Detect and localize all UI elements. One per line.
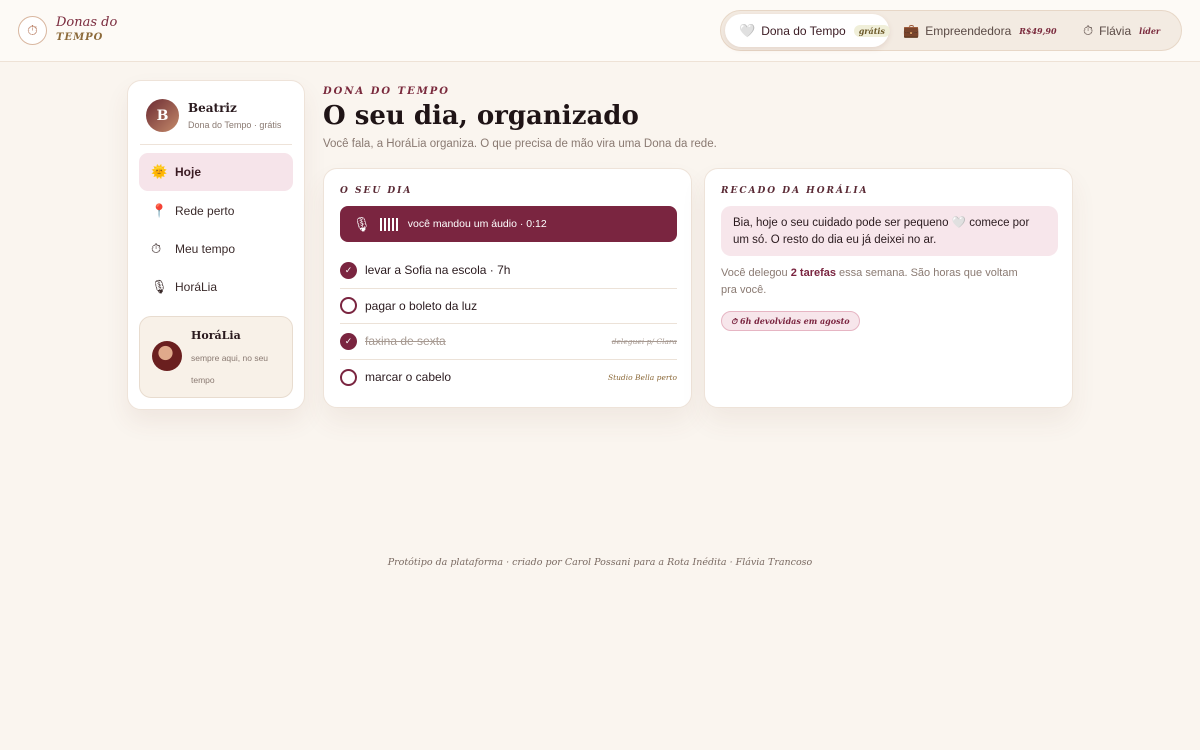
sidebar-item-label: HoráLia xyxy=(175,280,218,294)
stopwatch-icon: ⏱ xyxy=(151,241,162,256)
assistant-avatar xyxy=(152,341,182,371)
day-card: O SEU DIA 🎙 você mandou um áudio · 0:12 … xyxy=(323,168,692,408)
checkbox-checked[interactable]: ✓ xyxy=(340,332,357,350)
task-note-link[interactable]: Studio Bella perto xyxy=(608,373,677,382)
sidebar-item-meu-tempo[interactable]: ⏱ Meu tempo xyxy=(139,230,293,268)
sidebar-item-label: Rede perto xyxy=(175,204,235,218)
profile-tab-tag: grátis xyxy=(853,24,890,37)
user-plan: Dona do Tempo · grátis xyxy=(188,120,282,130)
user-profile[interactable]: B Beatriz Dona do Tempo · grátis xyxy=(146,99,281,132)
task-note: deleguei p/ Clara xyxy=(611,336,677,346)
heart-icon: 🤍 xyxy=(739,22,756,38)
logo-line-2: TEMPO xyxy=(56,32,104,43)
logo-line-1: Donas do xyxy=(56,15,118,30)
profile-tab-flavia[interactable]: ⏱ Flávia líder xyxy=(1069,14,1177,47)
briefcase-icon: 💼 xyxy=(903,22,920,38)
profile-tab-dona-do-tempo[interactable]: 🤍 Dona do Tempo grátis xyxy=(725,14,890,47)
checkbox-unchecked[interactable] xyxy=(340,297,357,315)
audio-label: você mandou um áudio · 0:12 xyxy=(407,218,547,230)
footer-credit: Protótipo da plataforma · criado por Car… xyxy=(387,557,813,568)
profile-tab-tag: líder xyxy=(1139,25,1161,36)
avatar: B xyxy=(146,99,179,132)
card-title: RECADO DA HORÁLIA xyxy=(721,186,869,196)
page-subtitle: Você fala, a HoráLia organiza. O que pre… xyxy=(323,138,717,150)
list-item[interactable]: marcar o cabelo Studio Bella perto xyxy=(340,360,677,396)
sun-icon: 🌞 xyxy=(151,164,168,179)
sidebar-item-label: Hoje xyxy=(175,165,202,179)
task-label: pagar o boleto da luz xyxy=(365,298,478,313)
message-bubble: Bia, hoje o seu cuidado pode ser pequeno… xyxy=(721,206,1058,256)
sidebar-item-hoje[interactable]: 🌞 Hoje xyxy=(139,153,293,191)
list-item[interactable]: ✓ levar a Sofia na escola · 7h xyxy=(340,253,677,289)
divider xyxy=(140,144,292,145)
logo[interactable]: ⏱ Donas do TEMPO xyxy=(18,15,117,45)
bubble-text-1: Bia, hoje o seu cuidado pode ser pequeno xyxy=(733,217,952,229)
checkbox-checked[interactable]: ✓ xyxy=(340,261,357,279)
status-badge: ⏱ 6h devolvidas em agosto xyxy=(721,311,860,331)
audio-message[interactable]: 🎙 você mandou um áudio · 0:12 xyxy=(340,206,677,242)
profile-switcher: 🤍 Dona do Tempo grátis 💼 Empreendedora R… xyxy=(720,10,1182,51)
page-eyebrow: DONA DO TEMPO xyxy=(323,86,450,97)
assistant-card[interactable]: HoráLia sempre aqui, no seu tempo xyxy=(139,316,293,398)
assistant-subtitle: sempre aqui, no seu tempo xyxy=(191,353,269,385)
page-title: O seu dia, organizado xyxy=(323,101,639,131)
profile-tab-tag: R$49,90 xyxy=(1019,25,1057,36)
sidebar: B Beatriz Dona do Tempo · grátis 🌞 Hoje … xyxy=(127,80,305,410)
sidebar-item-horalia[interactable]: 🎙 HoráLia xyxy=(139,268,293,306)
note-card: RECADO DA HORÁLIA Bia, hoje o seu cuidad… xyxy=(704,168,1073,408)
clock-icon: ⏱ xyxy=(18,15,47,45)
sidebar-nav: 🌞 Hoje 📍 Rede perto ⏱ Meu tempo 🎙 HoráLi… xyxy=(139,153,293,306)
timer-icon: ⏱ xyxy=(1083,22,1094,38)
sidebar-item-label: Meu tempo xyxy=(175,242,236,256)
assistant-name: HoráLia xyxy=(191,329,241,342)
profile-tab-empreendedora[interactable]: 💼 Empreendedora R$49,90 xyxy=(889,14,1069,47)
task-list: ✓ levar a Sofia na escola · 7h pagar o b… xyxy=(340,253,677,395)
delegation-summary: Você delegou 2 tarefas essa semana. São … xyxy=(721,265,1031,299)
task-label: marcar o cabelo xyxy=(365,370,452,385)
user-name: Beatriz xyxy=(188,101,237,115)
summary-text: Você delegou xyxy=(721,267,791,279)
checkbox-unchecked[interactable] xyxy=(340,368,357,386)
list-item[interactable]: pagar o boleto da luz xyxy=(340,289,677,324)
task-label: levar a Sofia na escola · 7h xyxy=(365,263,511,278)
card-title: O SEU DIA xyxy=(340,186,413,196)
microphone-icon: 🎙 xyxy=(151,279,168,294)
heart-icon: 🤍 xyxy=(951,217,966,229)
summary-highlight: 2 tarefas xyxy=(790,267,836,279)
profile-tab-label: Empreendedora xyxy=(925,23,1012,38)
top-bar: ⏱ Donas do TEMPO 🤍 Dona do Tempo grátis … xyxy=(0,0,1200,62)
profile-tab-label: Dona do Tempo xyxy=(761,23,846,38)
waveform-icon xyxy=(379,217,400,231)
list-item[interactable]: ✓ faxina de sexta deleguei p/ Clara xyxy=(340,324,677,360)
microphone-icon: 🎙 xyxy=(353,215,371,232)
sidebar-item-rede-perto[interactable]: 📍 Rede perto xyxy=(139,192,293,230)
pin-icon: 📍 xyxy=(151,203,168,218)
task-label: faxina de sexta xyxy=(365,334,446,349)
profile-tab-label: Flávia xyxy=(1099,23,1132,38)
